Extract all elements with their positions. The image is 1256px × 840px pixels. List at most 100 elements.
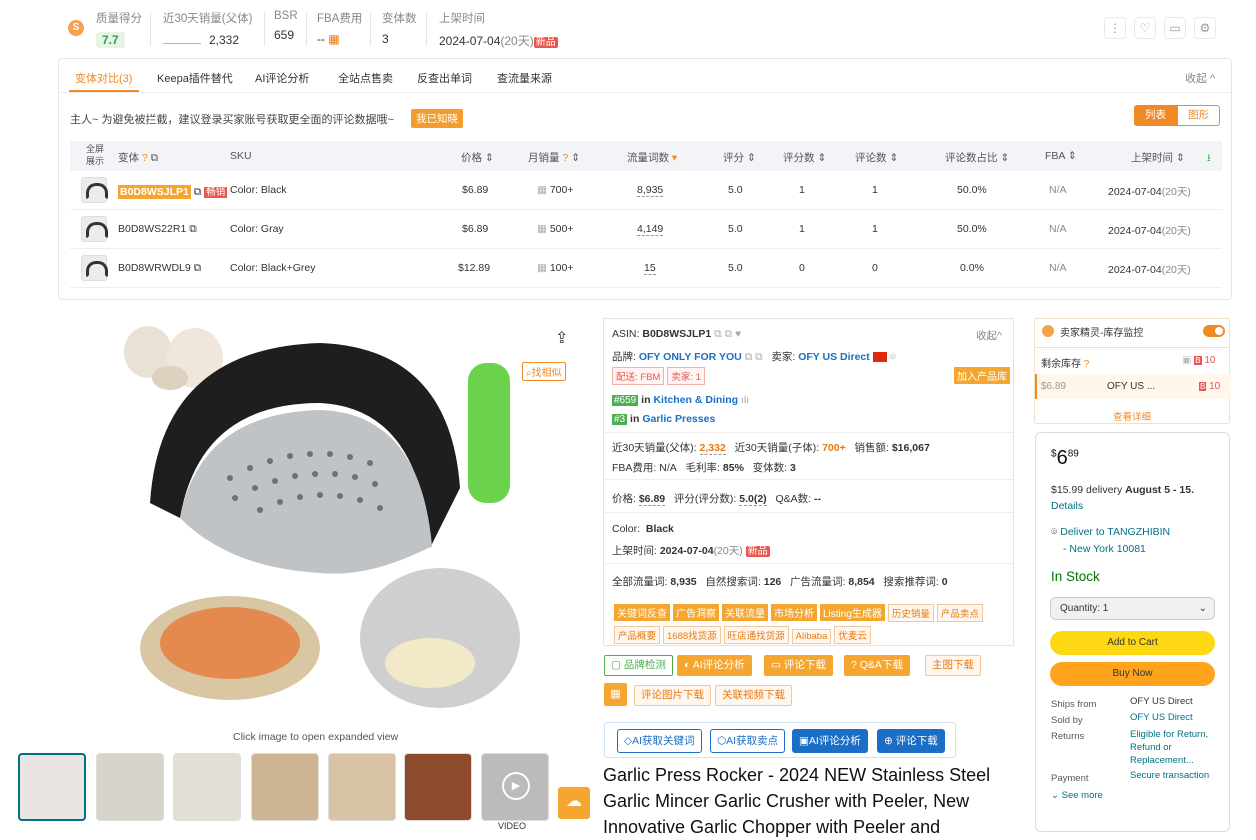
share-icon[interactable]: ⇪ [555,328,568,348]
cloud-download-icon[interactable]: ☁ [558,787,590,819]
bar-chart-icon[interactable]: ılı [741,394,749,406]
quantity-select[interactable]: Quantity: 1 ⌄ [1050,597,1215,620]
city-link[interactable]: - New York 10081 [1063,543,1146,555]
view-details-link[interactable]: 查看详细 [1113,409,1151,423]
list-view-button[interactable]: 列表 [1134,105,1177,126]
qa-download-button[interactable]: ? Q&A下载 [844,655,910,676]
ai-review-button[interactable]: ◐ AI评论分析 [677,655,752,676]
thumbnail-video[interactable]: ▶ [481,753,549,821]
thumbnail-2[interactable] [96,753,164,821]
variant-asin[interactable]: B0D8WSJLP1 [118,185,191,199]
rec-words: 0 [941,576,948,588]
asin-value[interactable]: B0D8WSJLP1 [642,328,711,340]
product-summary-button[interactable]: 产品概要 [614,626,661,644]
tab-all-sites[interactable]: 全站点售卖 [338,70,393,86]
returns-link[interactable]: Eligible for Return, Refund or Replaceme… [1130,728,1220,767]
video-icon[interactable]: ▭ [1164,17,1186,39]
thumbnail-5[interactable] [328,753,396,821]
calculator-icon[interactable]: ▦ [604,683,627,706]
details-link[interactable]: Details [1051,500,1083,512]
table-row[interactable]: B0D8WSJLP1 ⧉ 畅销 Color: Black $6.89 ▦ 700… [70,171,1222,210]
rank-category-link[interactable]: Kitchen & Dining [653,394,738,406]
keyword-reverse-button[interactable]: 关键词反查 [614,604,670,621]
th-words[interactable]: 流量词数 ▾ [627,150,677,165]
th-reviews[interactable]: 评论数 ⇕ [855,150,898,165]
th-fullscreen[interactable]: 全屏展示 [84,143,106,167]
rank-category-link[interactable]: Garlic Presses [642,413,715,425]
variant-asin[interactable]: B0D8WS22R1 [118,223,186,235]
variant-date: 2024-07-04 [1108,225,1162,237]
tab-traffic-source[interactable]: 查流量来源 [497,70,552,86]
review-download-blue-button[interactable]: ⊕ 评论下载 [877,729,945,753]
related-video-download-button[interactable]: 关联视频下载 [715,685,792,706]
alibaba-button[interactable]: Alibaba [791,629,832,644]
thumbnail-4[interactable] [251,753,319,821]
listing-generator-button[interactable]: Listing生成器 [820,604,885,621]
sold-by-link[interactable]: OFY US Direct [1130,712,1193,723]
variant-words[interactable]: 4,149 [637,223,664,236]
review-image-download-button[interactable]: 评论图片下载 [634,685,711,706]
calculator-icon[interactable]: ▦ [328,32,339,46]
deliver-to-link[interactable]: ⌾ Deliver to TANGZHIBIN [1051,526,1170,539]
monitor-toggle[interactable] [1203,325,1225,337]
th-rating-count[interactable]: 评分数 ⇕ [783,150,826,165]
heart-icon[interactable]: ♡ [1134,17,1156,39]
payment-link[interactable]: Secure transaction [1130,770,1209,781]
revenue: $16,067 [891,442,930,454]
ai-review-analysis-button[interactable]: ▣AI评论分析 [792,729,868,753]
selling-points-button[interactable]: 产品卖点 [936,604,983,622]
chart-view-button[interactable]: 图形 [1177,105,1220,126]
tab-keepa[interactable]: Keepa插件替代 [157,70,233,86]
buy-now-button[interactable]: Buy Now [1050,662,1215,686]
variant-asin[interactable]: B0D8WRWDL9 [118,262,191,274]
th-sales[interactable]: 月销量 ? ⇕ [528,150,580,165]
find-similar-button[interactable]: ⌕找相似 [522,362,566,381]
table-row[interactable]: B0D8WS22R1 ⧉ Color: Gray $6.89 ▦ 500+ 4,… [70,210,1222,249]
history-sales-button[interactable]: 历史销量 [887,604,934,622]
brand-check-button[interactable]: ▢ 品牌检测 [604,655,673,676]
tab-reverse-words[interactable]: 反查出单词 [417,70,472,86]
tab-variants[interactable]: 变体对比(3) [75,70,132,86]
th-fba[interactable]: FBA ⇕ [1045,150,1077,162]
tab-ai-review[interactable]: AI评论分析 [255,70,309,86]
thumbnail-6[interactable] [404,753,472,821]
brand-link[interactable]: OFY ONLY FOR YOU [639,351,742,363]
parent-sales[interactable]: 2,332 [699,442,726,455]
variant-thumbnail[interactable] [81,216,108,242]
collapse-link[interactable]: 收起 ^ [1185,70,1215,86]
add-to-library-button[interactable]: 加入产品库 [954,367,1010,384]
market-analysis-button[interactable]: 市场分析 [771,604,817,621]
wangdian-source-button[interactable]: 旺店通找货源 [723,626,789,644]
main-product-image[interactable] [120,318,526,722]
variant-sku: Color: Gray [230,223,284,235]
collapse-link[interactable]: 收起^ [976,328,1002,343]
th-review-share[interactable]: 评论数占比 ⇕ [945,150,1009,165]
thumbnail-3[interactable] [173,753,241,821]
related-traffic-button[interactable]: 关联流量 [722,604,768,621]
variant-words[interactable]: 8,935 [637,184,664,197]
ai-selling-points-button[interactable]: ⬡AI获取卖点 [710,729,786,753]
main-image-download-button[interactable]: 主图下载 [925,655,981,676]
1688-source-button[interactable]: 1688找货源 [663,626,721,644]
table-row[interactable]: B0D8WRWDL9 ⧉ Color: Black+Grey $12.89 ▦ … [70,249,1222,288]
th-rating[interactable]: 评分 ⇕ [723,150,756,165]
thumbnail-1[interactable] [18,753,86,821]
see-more-link[interactable]: ⌄ See more [1051,790,1103,801]
ad-insight-button[interactable]: 广告洞察 [673,604,719,621]
gear-icon[interactable]: ⚙ [1194,17,1216,39]
youmaiyun-button[interactable]: 优麦云 [834,626,871,644]
review-download-button[interactable]: ▭ 评论下载 [764,655,833,676]
th-price[interactable]: 价格 ⇕ [461,150,494,165]
variant-thumbnail[interactable] [81,255,108,281]
th-listed[interactable]: 上架时间 ⇕ [1131,150,1185,165]
variant-words[interactable]: 15 [644,262,656,275]
download-icon[interactable]: ⭳ [1207,150,1211,168]
more-icon[interactable]: ⋮ [1104,17,1126,39]
acknowledge-button[interactable]: 我已知晓 [411,109,463,128]
stock-seller[interactable]: OFY US ... [1107,381,1155,392]
ai-keywords-button[interactable]: ◇AI获取关键词 [617,729,702,753]
variant-thumbnail[interactable] [81,177,108,203]
add-to-cart-button[interactable]: Add to Cart [1050,631,1215,655]
stat-value: -- [317,32,325,46]
seller-link[interactable]: OFY US Direct [798,351,870,363]
